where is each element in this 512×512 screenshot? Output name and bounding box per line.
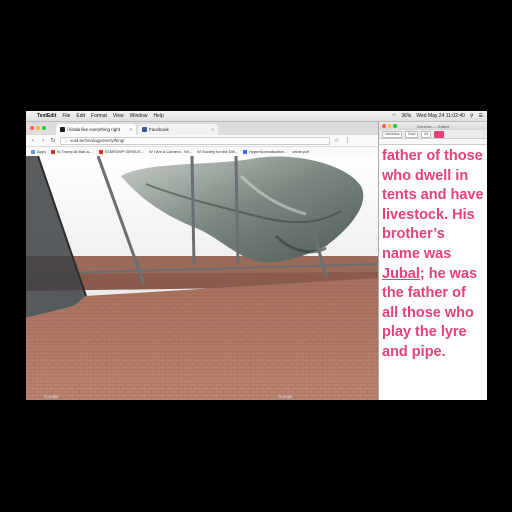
menu-app-name[interactable]: TextEdit — [37, 113, 56, 119]
tab-strip: i kinda like everything right × Facebook… — [26, 122, 378, 135]
menu-format[interactable]: Format — [91, 113, 107, 119]
textedit-window: Genesis — Edited Helvetica Bold 64 fathe… — [378, 122, 487, 400]
bookmark-item[interactable]: zanie.pdf — [292, 149, 308, 154]
format-toolbar: Helvetica Bold 64 — [379, 130, 487, 139]
zoom-window-button[interactable] — [42, 126, 46, 130]
text-run: father of those who dwell in tents and h… — [382, 148, 484, 262]
close-tab-icon[interactable]: × — [126, 127, 132, 132]
google-watermark: Google — [278, 394, 293, 399]
back-icon[interactable]: ‹ — [30, 138, 36, 144]
wifi-icon[interactable]: ◠ — [392, 113, 396, 119]
document-text[interactable]: father of those who dwell in tents and h… — [379, 145, 487, 363]
close-tab-icon[interactable]: × — [208, 127, 214, 132]
google-watermark: Google — [44, 394, 59, 399]
minimize-window-button[interactable] — [36, 126, 40, 130]
notification-center-icon[interactable]: ☰ — [479, 113, 483, 119]
menu-edit[interactable]: Edit — [76, 113, 85, 119]
spotlight-icon[interactable]: ⚲ — [470, 113, 474, 119]
desktop-screen: TextEdit File Edit Format View Window He… — [26, 111, 487, 400]
zoom-window-button[interactable] — [393, 124, 397, 128]
ruler[interactable] — [379, 139, 487, 145]
menu-clock[interactable]: Wed May 24 11:02:40 — [416, 113, 464, 119]
bookmark-item[interactable]: HyperNormalisation... — [242, 149, 287, 154]
tab-everything[interactable]: i kinda like everything right × — [56, 124, 136, 135]
font-style-select[interactable]: Bold — [405, 130, 419, 138]
room-scene — [26, 156, 378, 400]
document-title: Genesis — Edited — [416, 123, 450, 129]
forward-icon[interactable]: › — [40, 138, 46, 144]
window-controls — [30, 126, 48, 130]
facebook-favicon-icon — [142, 127, 147, 132]
chrome-menu-icon[interactable]: ⋮ — [344, 137, 350, 144]
bookmark-apps[interactable]: Apps — [31, 149, 46, 154]
close-window-button[interactable] — [30, 126, 34, 130]
text-run-underlined: Jubal — [382, 265, 420, 282]
bookmark-favicon-icon — [51, 149, 56, 154]
battery-percent[interactable]: 36% — [401, 113, 411, 119]
text-color-swatch[interactable] — [434, 130, 445, 138]
tab-favicon-icon — [60, 127, 65, 132]
youtube-favicon-icon — [98, 149, 103, 154]
webgl-3d-scene[interactable]: Google Google — [26, 156, 378, 400]
address-url: void.technology/everything/ — [70, 138, 125, 143]
apps-grid-icon — [31, 149, 35, 154]
bookmark-item[interactable]: W I Am a Camera - Wi... — [149, 149, 192, 154]
font-family-select[interactable]: Helvetica — [382, 130, 403, 138]
bookmark-item[interactable]: W Society for the Diff... — [197, 149, 238, 154]
minimize-window-button[interactable] — [387, 124, 391, 128]
menu-view[interactable]: View — [113, 113, 124, 119]
font-size-select[interactable]: 64 — [421, 130, 432, 138]
window-controls — [382, 124, 399, 128]
close-window-button[interactable] — [382, 124, 386, 128]
browser-window: i kinda like everything right × Facebook… — [26, 122, 378, 400]
tab-title: i kinda like everything right — [67, 127, 121, 132]
info-icon[interactable]: ⓘ — [64, 138, 68, 144]
address-bar[interactable]: ⓘ void.technology/everything/ — [60, 136, 330, 145]
reload-icon[interactable]: ↻ — [50, 137, 56, 144]
menu-bar: TextEdit File Edit Format View Window He… — [26, 111, 487, 122]
tab-title: Facebook — [149, 127, 169, 132]
textedit-titlebar: Genesis — Edited — [379, 122, 487, 130]
browser-toolbar: ‹ › ↻ ⓘ void.technology/everything/ ☆ ⋮ — [26, 135, 378, 147]
menu-file[interactable]: File — [62, 113, 70, 119]
bookmark-item[interactable]: Is Trump At Mar-a-... — [51, 149, 94, 154]
bookmark-star-icon[interactable]: ☆ — [334, 137, 339, 144]
bookmark-favicon-icon — [242, 149, 247, 154]
bookmark-item[interactable]: STARSHIP GENIUS... — [98, 149, 144, 154]
tab-facebook[interactable]: Facebook × — [138, 124, 218, 135]
menu-help[interactable]: Help — [153, 113, 163, 119]
menu-window[interactable]: Window — [130, 113, 148, 119]
